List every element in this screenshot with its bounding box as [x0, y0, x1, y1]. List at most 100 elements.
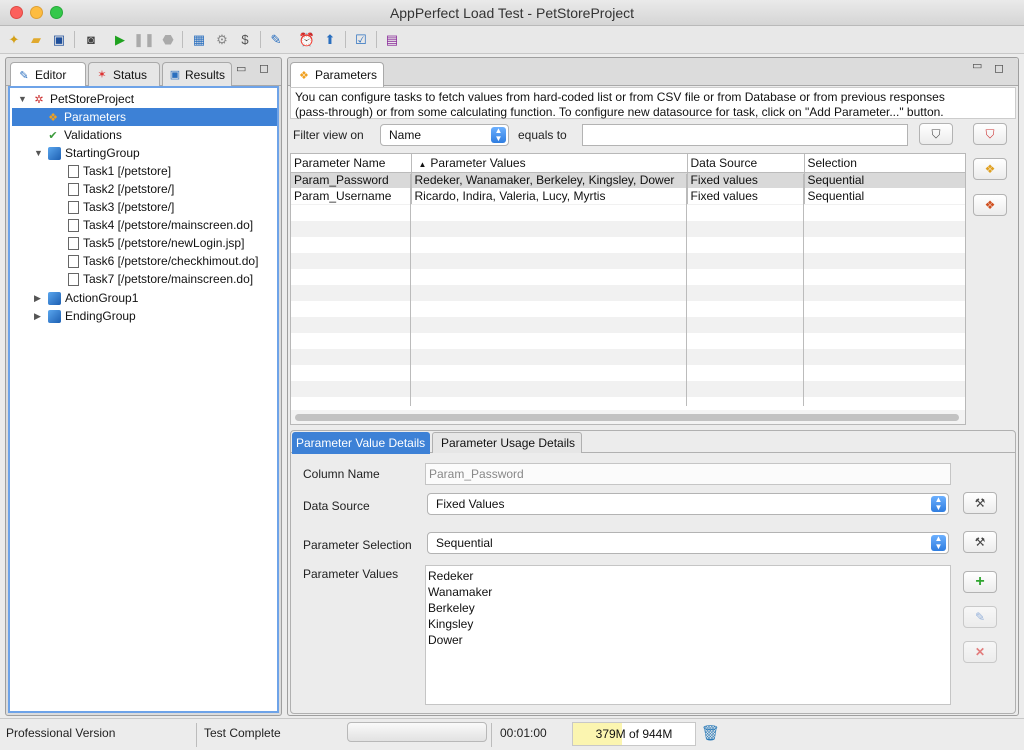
add-parameter-button[interactable]: ❖	[973, 158, 1007, 180]
parameter-values-label: Parameter Values	[303, 567, 399, 581]
sort-ascending-icon: ▲	[418, 159, 427, 169]
tree-node-task-label: Task3 [/petstore/]	[83, 200, 175, 214]
column-name-field[interactable]	[425, 463, 951, 485]
list-item[interactable]: Wanamaker	[428, 584, 948, 600]
maximize-view-icon[interactable]: ◻	[994, 61, 1004, 75]
tree-node-task[interactable]: Task1 [/petstore]	[68, 162, 171, 180]
remove-parameter-button[interactable]: ❖	[973, 194, 1007, 216]
filter-remove-icon: ⛉	[985, 126, 995, 141]
filter-value-input[interactable]	[582, 124, 908, 146]
cell-selection: Sequential	[804, 172, 965, 188]
add-value-button[interactable]: +	[963, 571, 997, 593]
pause-icon[interactable]: ❚❚	[133, 30, 155, 48]
clear-filter-button[interactable]: ⛉	[973, 123, 1007, 145]
tab-parameter-value-details[interactable]: Parameter Value Details	[292, 432, 430, 454]
monitor-icon[interactable]: ▦	[190, 30, 208, 48]
stop-icon[interactable]: ⬣	[159, 30, 177, 48]
maximize-view-icon[interactable]: ◻	[259, 61, 269, 75]
tree-node-task[interactable]: Task3 [/petstore/]	[68, 198, 174, 216]
project-tree: ▼ ✲ PetStoreProject ❖ Parameters ✔ Valid…	[8, 86, 279, 713]
parameter-values-list[interactable]: Redeker Wanamaker Berkeley Kingsley Dowe…	[425, 565, 951, 705]
tree-node-project[interactable]: ▼ ✲ PetStoreProject	[18, 90, 134, 108]
save-icon[interactable]: ▣	[50, 30, 68, 48]
column-header-selection[interactable]: Selection	[804, 154, 965, 173]
tree-node-task[interactable]: Task6 [/petstore/checkhimout.do]	[68, 252, 258, 270]
tree-node-action-group[interactable]: ▶ ActionGroup1	[34, 289, 138, 307]
collapse-arrow-icon[interactable]: ▶	[34, 293, 44, 304]
group-cube-icon	[48, 146, 61, 160]
apply-filter-button[interactable]: ⛉	[919, 123, 953, 145]
tree-node-validations[interactable]: ✔ Validations	[46, 126, 122, 144]
export-icon[interactable]: ⬆	[321, 30, 339, 48]
expand-arrow-icon[interactable]: ▼	[18, 94, 28, 104]
tab-parameters[interactable]: ❖ Parameters	[290, 62, 384, 87]
open-folder-icon[interactable]: ▰	[27, 30, 45, 48]
document-icon	[68, 182, 79, 196]
garbage-collect-icon[interactable]: 🗑	[701, 724, 720, 742]
delete-value-button[interactable]: ✕	[963, 641, 997, 663]
cell-values: Ricardo, Indira, Valeria, Lucy, Myrtis	[411, 188, 688, 204]
tree-node-starting-group-label: StartingGroup	[65, 146, 140, 160]
data-source-select[interactable]: Fixed Values ▲ ▼	[427, 493, 949, 515]
expand-arrow-icon[interactable]: ▼	[34, 148, 44, 158]
document-icon	[68, 272, 79, 286]
collapse-arrow-icon[interactable]: ▶	[34, 311, 44, 322]
tree-node-task-label: Task2 [/petstore/]	[83, 182, 175, 196]
tree-node-task[interactable]: Task5 [/petstore/newLogin.jsp]	[68, 234, 244, 252]
filter-field-value: Name	[389, 128, 422, 142]
record-icon[interactable]: ◙	[82, 30, 100, 48]
column-header-name[interactable]: Parameter Name	[291, 154, 412, 173]
remove-parameter-icon: ❖	[984, 198, 996, 212]
dropdown-arrow-icon: ▲ ▼	[491, 127, 506, 143]
tree-node-task[interactable]: Task4 [/petstore/mainscreen.do]	[68, 216, 253, 234]
list-item[interactable]: Redeker	[428, 568, 948, 584]
table-row[interactable]: Param_Username Ricardo, Indira, Valeria,…	[291, 188, 965, 204]
tree-node-task[interactable]: Task7 [/petstore/mainscreen.do]	[68, 270, 253, 288]
tree-node-starting-group[interactable]: ▼ StartingGroup	[34, 144, 140, 162]
filter-field-select[interactable]: Name ▲ ▼	[380, 124, 509, 146]
right-panel: ❖ Parameters ▭ ◻ You can configure tasks…	[287, 57, 1019, 716]
column-header-name-label: Parameter Name	[294, 155, 386, 170]
edition-label: Professional Version	[6, 726, 116, 740]
scrollbar-thumb[interactable]	[295, 414, 959, 421]
horizontal-scrollbar[interactable]	[291, 410, 965, 424]
tree-node-validations-label: Validations	[64, 128, 122, 142]
column-header-source[interactable]: Data Source	[687, 154, 805, 173]
configure-selection-button[interactable]: ⚒	[963, 531, 997, 553]
refresh-icon[interactable]: $	[236, 30, 254, 48]
list-item[interactable]: Dower	[428, 632, 948, 648]
list-item[interactable]: Kingsley	[428, 616, 948, 632]
play-icon[interactable]: ▶	[111, 30, 129, 48]
schedule-icon[interactable]: ⏰	[298, 30, 316, 48]
checklist-icon[interactable]: ☑	[352, 30, 370, 48]
memory-gauge: 379M of 944M	[572, 722, 696, 746]
info-message: You can configure tasks to fetch values …	[290, 87, 1016, 119]
table-row[interactable]: Param_Password Redeker, Wanamaker, Berke…	[291, 172, 965, 188]
tree-node-ending-group[interactable]: ▶ EndingGroup	[34, 307, 136, 325]
tab-status[interactable]: ✶ Status	[88, 62, 160, 86]
edit-icon[interactable]: ✎	[267, 30, 285, 48]
column-header-values[interactable]: ▲ Parameter Values	[411, 154, 688, 173]
tab-results[interactable]: ▣ Results	[162, 62, 232, 86]
list-item[interactable]: Berkeley	[428, 600, 948, 616]
cell-name: Param_Username	[291, 188, 412, 204]
parameter-selection-select[interactable]: Sequential ▲ ▼	[427, 532, 949, 554]
left-panel: ✎ Editor ✶ Status ▣ Results ▭ ◻ ▼ ✲ PetS…	[5, 57, 282, 716]
cell-selection: Sequential	[804, 188, 965, 204]
agents-icon[interactable]: ⚙	[213, 30, 231, 48]
tab-editor[interactable]: ✎ Editor	[10, 62, 86, 87]
minimize-view-icon[interactable]: ▭	[236, 62, 246, 75]
plus-icon: +	[975, 573, 985, 590]
window-title: AppPerfect Load Test - PetStoreProject	[389, 5, 635, 21]
tree-node-parameters[interactable]: ❖ Parameters	[12, 108, 277, 126]
configure-data-source-button[interactable]: ⚒	[963, 492, 997, 514]
minimize-view-icon[interactable]: ▭	[972, 59, 982, 72]
tab-editor-label: Editor	[35, 68, 67, 82]
document-icon	[68, 164, 79, 178]
new-icon[interactable]: ✦	[5, 30, 23, 48]
tree-node-task[interactable]: Task2 [/petstore/]	[68, 180, 174, 198]
edit-value-button[interactable]: ✎	[963, 606, 997, 628]
tab-parameter-usage-details[interactable]: Parameter Usage Details	[432, 432, 582, 453]
help-book-icon[interactable]: ▤	[383, 30, 401, 48]
filter-add-icon: ⛉	[931, 126, 941, 141]
